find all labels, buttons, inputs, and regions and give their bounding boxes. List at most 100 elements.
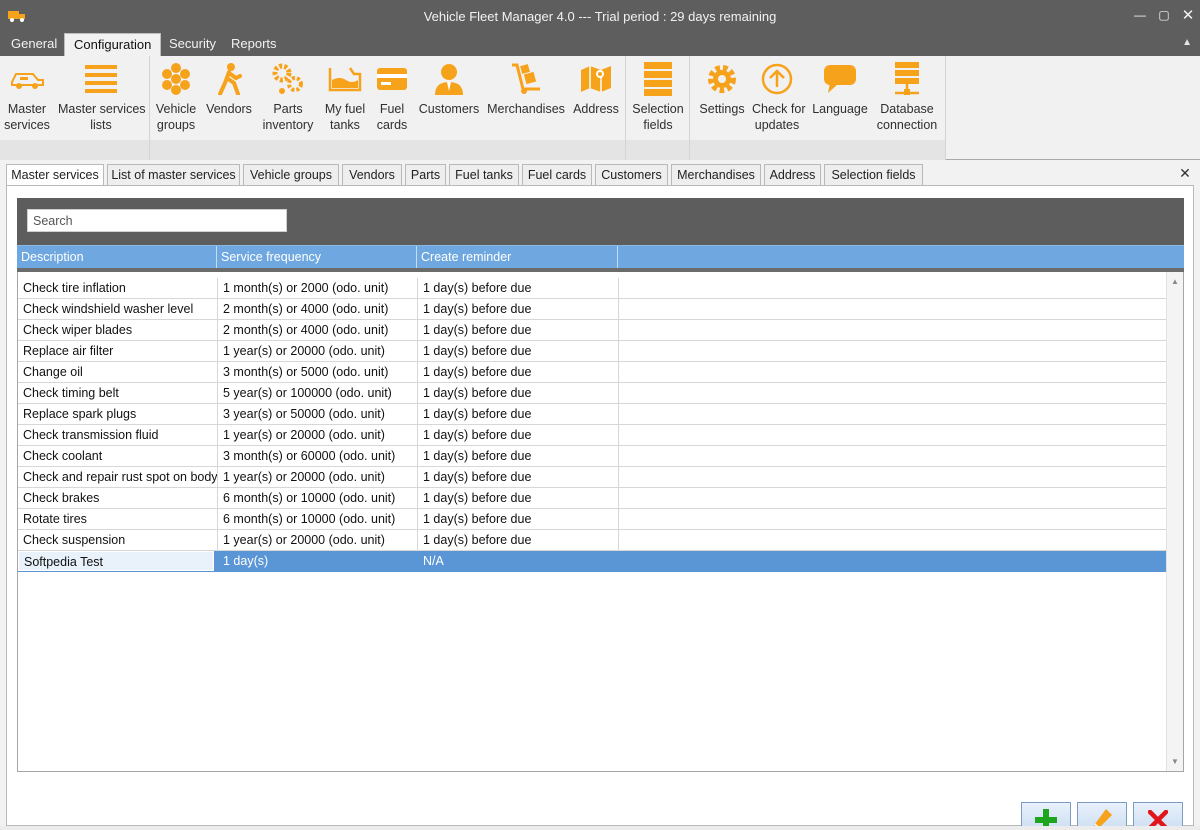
table-row[interactable]: Replace air filter 1 year(s) or 20000 (od… <box>18 341 1166 362</box>
tab-general[interactable]: General <box>2 33 66 56</box>
cell-create-reminder[interactable]: 1 day(s) before due <box>418 425 619 445</box>
table-row[interactable]: Check timing belt 5 year(s) or 100000 (od… <box>18 383 1166 404</box>
cell-description[interactable]: Check coolant <box>18 446 218 466</box>
parts-inventory-button[interactable]: Parts inventory <box>260 60 316 133</box>
cell-create-reminder[interactable]: 1 day(s) before due <box>418 530 619 550</box>
settings-button[interactable]: Settings <box>694 60 750 117</box>
table-row[interactable]: Check brakes 6 month(s) or 10000 (odo. un… <box>18 488 1166 509</box>
cell-service-frequency[interactable]: 3 month(s) or 60000 (odo. unit) <box>218 446 418 466</box>
cell-description[interactable]: Softpedia Test <box>18 551 214 571</box>
customers-button[interactable]: Customers <box>418 60 480 117</box>
cell-description[interactable]: Check windshield washer level <box>18 299 218 319</box>
table-row[interactable]: Check suspension 1 year(s) or 20000 (odo.… <box>18 530 1166 551</box>
cell-description[interactable]: Rotate tires <box>18 509 218 529</box>
cell-service-frequency[interactable]: 1 year(s) or 20000 (odo. unit) <box>218 425 418 445</box>
doc-tab-merchandises[interactable]: Merchandises <box>671 164 761 186</box>
table-row[interactable]: Rotate tires 6 month(s) or 10000 (odo. un… <box>18 509 1166 530</box>
vertical-scrollbar[interactable]: ▲ ▼ <box>1166 272 1183 771</box>
cell-description[interactable]: Replace spark plugs <box>18 404 218 424</box>
cell-service-frequency[interactable]: 1 year(s) or 20000 (odo. unit) <box>218 467 418 487</box>
scroll-up-icon[interactable]: ▲ <box>1171 277 1179 286</box>
cell-create-reminder[interactable]: 1 day(s) before due <box>418 383 619 403</box>
cell-create-reminder[interactable]: 1 day(s) before due <box>418 320 619 340</box>
cell-create-reminder[interactable]: 1 day(s) before due <box>418 299 619 319</box>
search-input[interactable] <box>27 209 287 232</box>
selection-fields-button[interactable]: Selection fields <box>630 60 686 133</box>
cell-description[interactable]: Check tire inflation <box>18 278 218 298</box>
vendors-button[interactable]: Vendors <box>204 60 254 117</box>
address-button[interactable]: Address <box>570 60 622 117</box>
table-row[interactable]: Check tire inflation 1 month(s) or 2000 (… <box>18 278 1166 299</box>
cell-service-frequency[interactable]: 1 month(s) or 2000 (odo. unit) <box>218 278 418 298</box>
cell-create-reminder[interactable]: 1 day(s) before due <box>418 341 619 361</box>
table-row[interactable]: Check wiper blades 2 month(s) or 4000 (od… <box>18 320 1166 341</box>
doc-tab-list-of-master-services[interactable]: List of master services <box>107 164 240 186</box>
tab-configuration[interactable]: Configuration <box>64 33 162 56</box>
scroll-down-icon[interactable]: ▼ <box>1171 757 1179 766</box>
cell-service-frequency[interactable]: 5 year(s) or 100000 (odo. unit) <box>218 383 418 403</box>
cell-service-frequency[interactable]: 1 year(s) or 20000 (odo. unit) <box>218 530 418 550</box>
cell-create-reminder[interactable]: N/A <box>418 551 619 571</box>
merchandises-button[interactable]: Merchandises <box>486 60 566 117</box>
cell-service-frequency[interactable]: 6 month(s) or 10000 (odo. unit) <box>218 488 418 508</box>
cell-create-reminder[interactable]: 1 day(s) before due <box>418 446 619 466</box>
cell-description[interactable]: Check wiper blades <box>18 320 218 340</box>
doc-tab-address[interactable]: Address <box>764 164 821 186</box>
cell-create-reminder[interactable]: 1 day(s) before due <box>418 488 619 508</box>
cell-create-reminder[interactable]: 1 day(s) before due <box>418 362 619 382</box>
cell-description[interactable]: Check brakes <box>18 488 218 508</box>
cell-service-frequency[interactable]: 1 day(s) <box>218 551 418 571</box>
tab-reports[interactable]: Reports <box>222 33 286 56</box>
cell-description[interactable]: Check transmission fluid <box>18 425 218 445</box>
cell-service-frequency[interactable]: 3 year(s) or 50000 (odo. unit) <box>218 404 418 424</box>
ribbon-label: Address <box>573 102 619 116</box>
cell-create-reminder[interactable]: 1 day(s) before due <box>418 467 619 487</box>
close-icon[interactable]: ✕ <box>1176 0 1200 30</box>
column-header-description[interactable]: Description <box>17 246 217 268</box>
cell-create-reminder[interactable]: 1 day(s) before due <box>418 404 619 424</box>
collapse-ribbon-icon[interactable]: ▲ <box>1182 37 1192 48</box>
cell-service-frequency[interactable]: 6 month(s) or 10000 (odo. unit) <box>218 509 418 529</box>
doc-tab-selection-fields[interactable]: Selection fields <box>824 164 923 186</box>
column-header-create-reminder[interactable]: Create reminder <box>417 246 618 268</box>
cell-description[interactable]: Check timing belt <box>18 383 218 403</box>
language-button[interactable]: Language <box>810 60 870 117</box>
master-services-lists-button[interactable]: Master services lists <box>58 60 146 133</box>
cell-create-reminder[interactable]: 1 day(s) before due <box>418 278 619 298</box>
doc-tab-fuel-tanks[interactable]: Fuel tanks <box>449 164 519 186</box>
tab-security[interactable]: Security <box>160 33 225 56</box>
ribbon-group-footer <box>690 140 945 160</box>
menu-bar: General Configuration Security Reports ▲ <box>0 32 1200 56</box>
cell-description[interactable]: Check and repair rust spot on body <box>18 467 218 487</box>
vehicle-groups-button[interactable]: Vehicle groups <box>154 60 198 133</box>
cell-description[interactable]: Change oil <box>18 362 218 382</box>
cell-service-frequency[interactable]: 1 year(s) or 20000 (odo. unit) <box>218 341 418 361</box>
maximize-icon[interactable]: ▢ <box>1152 0 1176 30</box>
column-header-service-frequency[interactable]: Service frequency <box>217 246 417 268</box>
cell-create-reminder[interactable]: 1 day(s) before due <box>418 509 619 529</box>
minimize-icon[interactable]: — <box>1128 0 1152 30</box>
table-row[interactable]: Replace spark plugs 3 year(s) or 50000 (o… <box>18 404 1166 425</box>
doc-tab-vehicle-groups[interactable]: Vehicle groups <box>243 164 339 186</box>
fuel-cards-button[interactable]: Fuel cards <box>372 60 412 133</box>
my-fuel-tanks-button[interactable]: My fuel tanks <box>322 60 368 133</box>
table-row[interactable]: Check and repair rust spot on body 1 year… <box>18 467 1166 488</box>
table-row[interactable]: Check transmission fluid 1 year(s) or 200… <box>18 425 1166 446</box>
table-row[interactable]: Softpedia Test 1 day(s) N/A <box>18 551 1166 572</box>
table-row[interactable]: Change oil 3 month(s) or 5000 (odo. unit)… <box>18 362 1166 383</box>
table-row[interactable]: Check windshield washer level 2 month(s) … <box>18 299 1166 320</box>
cell-service-frequency[interactable]: 2 month(s) or 4000 (odo. unit) <box>218 299 418 319</box>
doc-tab-fuel-cards[interactable]: Fuel cards <box>522 164 592 186</box>
doc-tab-parts[interactable]: Parts <box>405 164 446 186</box>
cell-description[interactable]: Replace air filter <box>18 341 218 361</box>
database-connection-button[interactable]: Database connection <box>874 60 940 133</box>
doc-tab-vendors[interactable]: Vendors <box>342 164 402 186</box>
cell-description[interactable]: Check suspension <box>18 530 218 550</box>
table-row[interactable]: Check coolant 3 month(s) or 60000 (odo. u… <box>18 446 1166 467</box>
cell-service-frequency[interactable]: 2 month(s) or 4000 (odo. unit) <box>218 320 418 340</box>
doc-tab-customers[interactable]: Customers <box>595 164 668 186</box>
close-tab-icon[interactable]: ✕ <box>1178 166 1192 180</box>
cell-service-frequency[interactable]: 3 month(s) or 5000 (odo. unit) <box>218 362 418 382</box>
master-services-button[interactable]: Master services <box>4 60 50 133</box>
check-for-updates-button[interactable]: Check for updates <box>752 60 806 133</box>
